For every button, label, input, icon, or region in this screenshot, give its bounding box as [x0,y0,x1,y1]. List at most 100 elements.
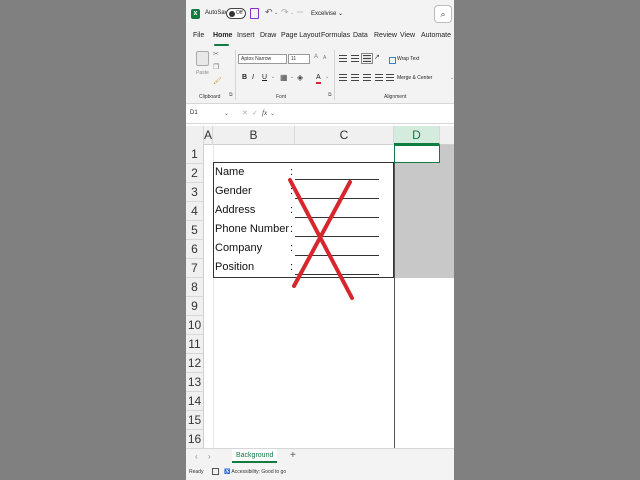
borders-icon[interactable]: ▦ [280,73,288,82]
row-header[interactable]: 1 [186,145,204,164]
row-header[interactable]: 15 [186,411,204,430]
clipboard-launcher-icon[interactable]: ⧉ [229,92,233,98]
ribbon-separator [235,50,236,100]
shrink-font-icon[interactable]: A [323,55,326,61]
ribbon-separator [334,50,335,100]
row-header[interactable]: 9 [186,297,204,316]
select-all-corner[interactable] [186,126,204,145]
row-header[interactable]: 10 [186,316,204,335]
underline-dropdown-icon[interactable]: ⌄ [271,74,275,80]
underline-button[interactable]: U [262,74,267,81]
save-icon[interactable] [250,8,259,19]
column-header-b[interactable]: B [213,126,295,145]
column-divider [394,145,395,448]
row-header[interactable]: 3 [186,183,204,202]
row-header[interactable]: 8 [186,278,204,297]
align-right-icon[interactable] [363,74,371,81]
paste-button[interactable] [196,51,209,66]
column-header-d[interactable]: D [394,126,440,145]
clipboard-group-label: Clipboard [199,94,221,100]
row-header[interactable]: 2 [186,164,204,183]
add-sheet-icon[interactable]: + [290,450,296,461]
file-name[interactable]: Excelvise ⌄ [311,10,343,17]
tab-view[interactable]: View [400,32,415,39]
fill-color-icon[interactable]: ◈ [297,73,303,82]
bold-button[interactable]: B [242,74,247,81]
decrease-indent-icon[interactable] [375,74,383,81]
row-header[interactable]: 7 [186,259,204,278]
file-name-text: Excelvise [311,11,337,17]
tab-formulas[interactable]: Formulas [321,32,350,39]
row-header[interactable]: 11 [186,335,204,354]
cell-mode-icon [212,468,219,475]
accessibility-status[interactable]: ♿ Accessibility: Good to go [224,469,286,475]
align-bottom-icon[interactable] [361,53,373,64]
redo-dropdown-icon[interactable]: ⌄ [290,10,294,16]
next-sheet-icon[interactable]: › [208,452,211,461]
tab-review[interactable]: Review [374,32,397,39]
formula-expand-icon[interactable]: ⌄ [270,110,275,117]
row-header[interactable]: 14 [186,392,204,411]
worksheet-grid[interactable]: A B C D 1 2 3 4 5 6 7 8 9 10 11 12 13 14 15 16 Name Gen… [186,126,454,448]
grow-font-icon[interactable]: A [314,54,318,60]
merge-center-button[interactable]: Merge & Center [397,75,432,81]
name-box-dropdown-icon[interactable]: ⌄ [224,110,229,117]
row-header[interactable]: 5 [186,221,204,240]
selected-cell-d1[interactable] [394,145,440,163]
align-top-icon[interactable] [339,55,347,62]
column-header-a[interactable]: A [204,126,213,145]
excel-logo-icon: x [191,9,200,19]
format-painter-icon[interactable]: 🖌 [213,77,222,85]
borders-dropdown-icon[interactable]: ⌄ [290,74,294,80]
red-x-mark-icon [288,178,354,300]
redo-icon[interactable]: ↷ [281,7,289,18]
prev-sheet-icon[interactable]: ‹ [195,452,198,461]
font-launcher-icon[interactable]: ⧉ [328,92,332,98]
accessibility-icon: ♿ [224,469,231,475]
row-header[interactable]: 12 [186,354,204,373]
orientation-icon[interactable]: ↗ [374,53,380,61]
tab-data[interactable]: Data [353,32,368,39]
cancel-icon[interactable]: ✕ [242,109,248,117]
more-commands-icon[interactable]: ⋯ [297,9,303,16]
wrap-text-button[interactable]: Wrap Text [397,56,419,62]
align-middle-icon[interactable] [351,55,359,62]
autosave-toggle[interactable]: Off [226,8,246,19]
row-header[interactable]: 6 [186,240,204,259]
merge-dropdown-icon[interactable]: ⌄ [450,75,454,81]
enter-icon[interactable]: ✓ [252,109,258,117]
insert-function-icon[interactable]: fx [262,109,267,117]
row-header[interactable]: 16 [186,430,204,448]
font-size-box[interactable]: 11 [288,54,310,64]
font-color-dropdown-icon[interactable]: ⌄ [325,74,329,80]
ribbon: Paste ✂ ❐ 🖌 Clipboard ⧉ Aptos Narrow 11 … [186,46,454,104]
tab-insert[interactable]: Insert [237,32,255,39]
align-left-icon[interactable] [339,74,347,81]
search-icon[interactable]: ⌕ [434,5,452,23]
tab-home[interactable]: Home [213,32,232,39]
tab-automate[interactable]: Automate [421,32,451,39]
alignment-group-label: Alignment [384,94,407,100]
tab-page-layout[interactable]: Page Layout [281,32,320,39]
field-label-gender: Gender [215,185,252,197]
cut-icon[interactable]: ✂ [213,50,219,58]
toggle-knob-icon [229,11,235,17]
sheet-tab-background[interactable]: Background [232,449,278,463]
field-label-position: Position [215,261,255,273]
tab-file[interactable]: File [193,32,204,39]
copy-icon[interactable]: ❐ [213,63,219,71]
italic-button[interactable]: I [252,74,254,81]
undo-dropdown-icon[interactable]: ⌄ [274,10,278,16]
name-box[interactable]: D1 [190,110,198,116]
column-header-c[interactable]: C [295,126,394,145]
row-header[interactable]: 4 [186,202,204,221]
undo-icon[interactable]: ↶ [265,7,273,18]
align-center-icon[interactable] [351,74,359,81]
row-header[interactable]: 13 [186,373,204,392]
beyond-range-area [440,145,454,163]
font-color-button[interactable]: A [316,74,321,84]
tab-draw[interactable]: Draw [260,32,276,39]
font-name-box[interactable]: Aptos Narrow [238,54,287,64]
increase-indent-icon[interactable] [386,74,394,81]
sheet-tab-bar: ‹ › Background + [186,448,454,465]
